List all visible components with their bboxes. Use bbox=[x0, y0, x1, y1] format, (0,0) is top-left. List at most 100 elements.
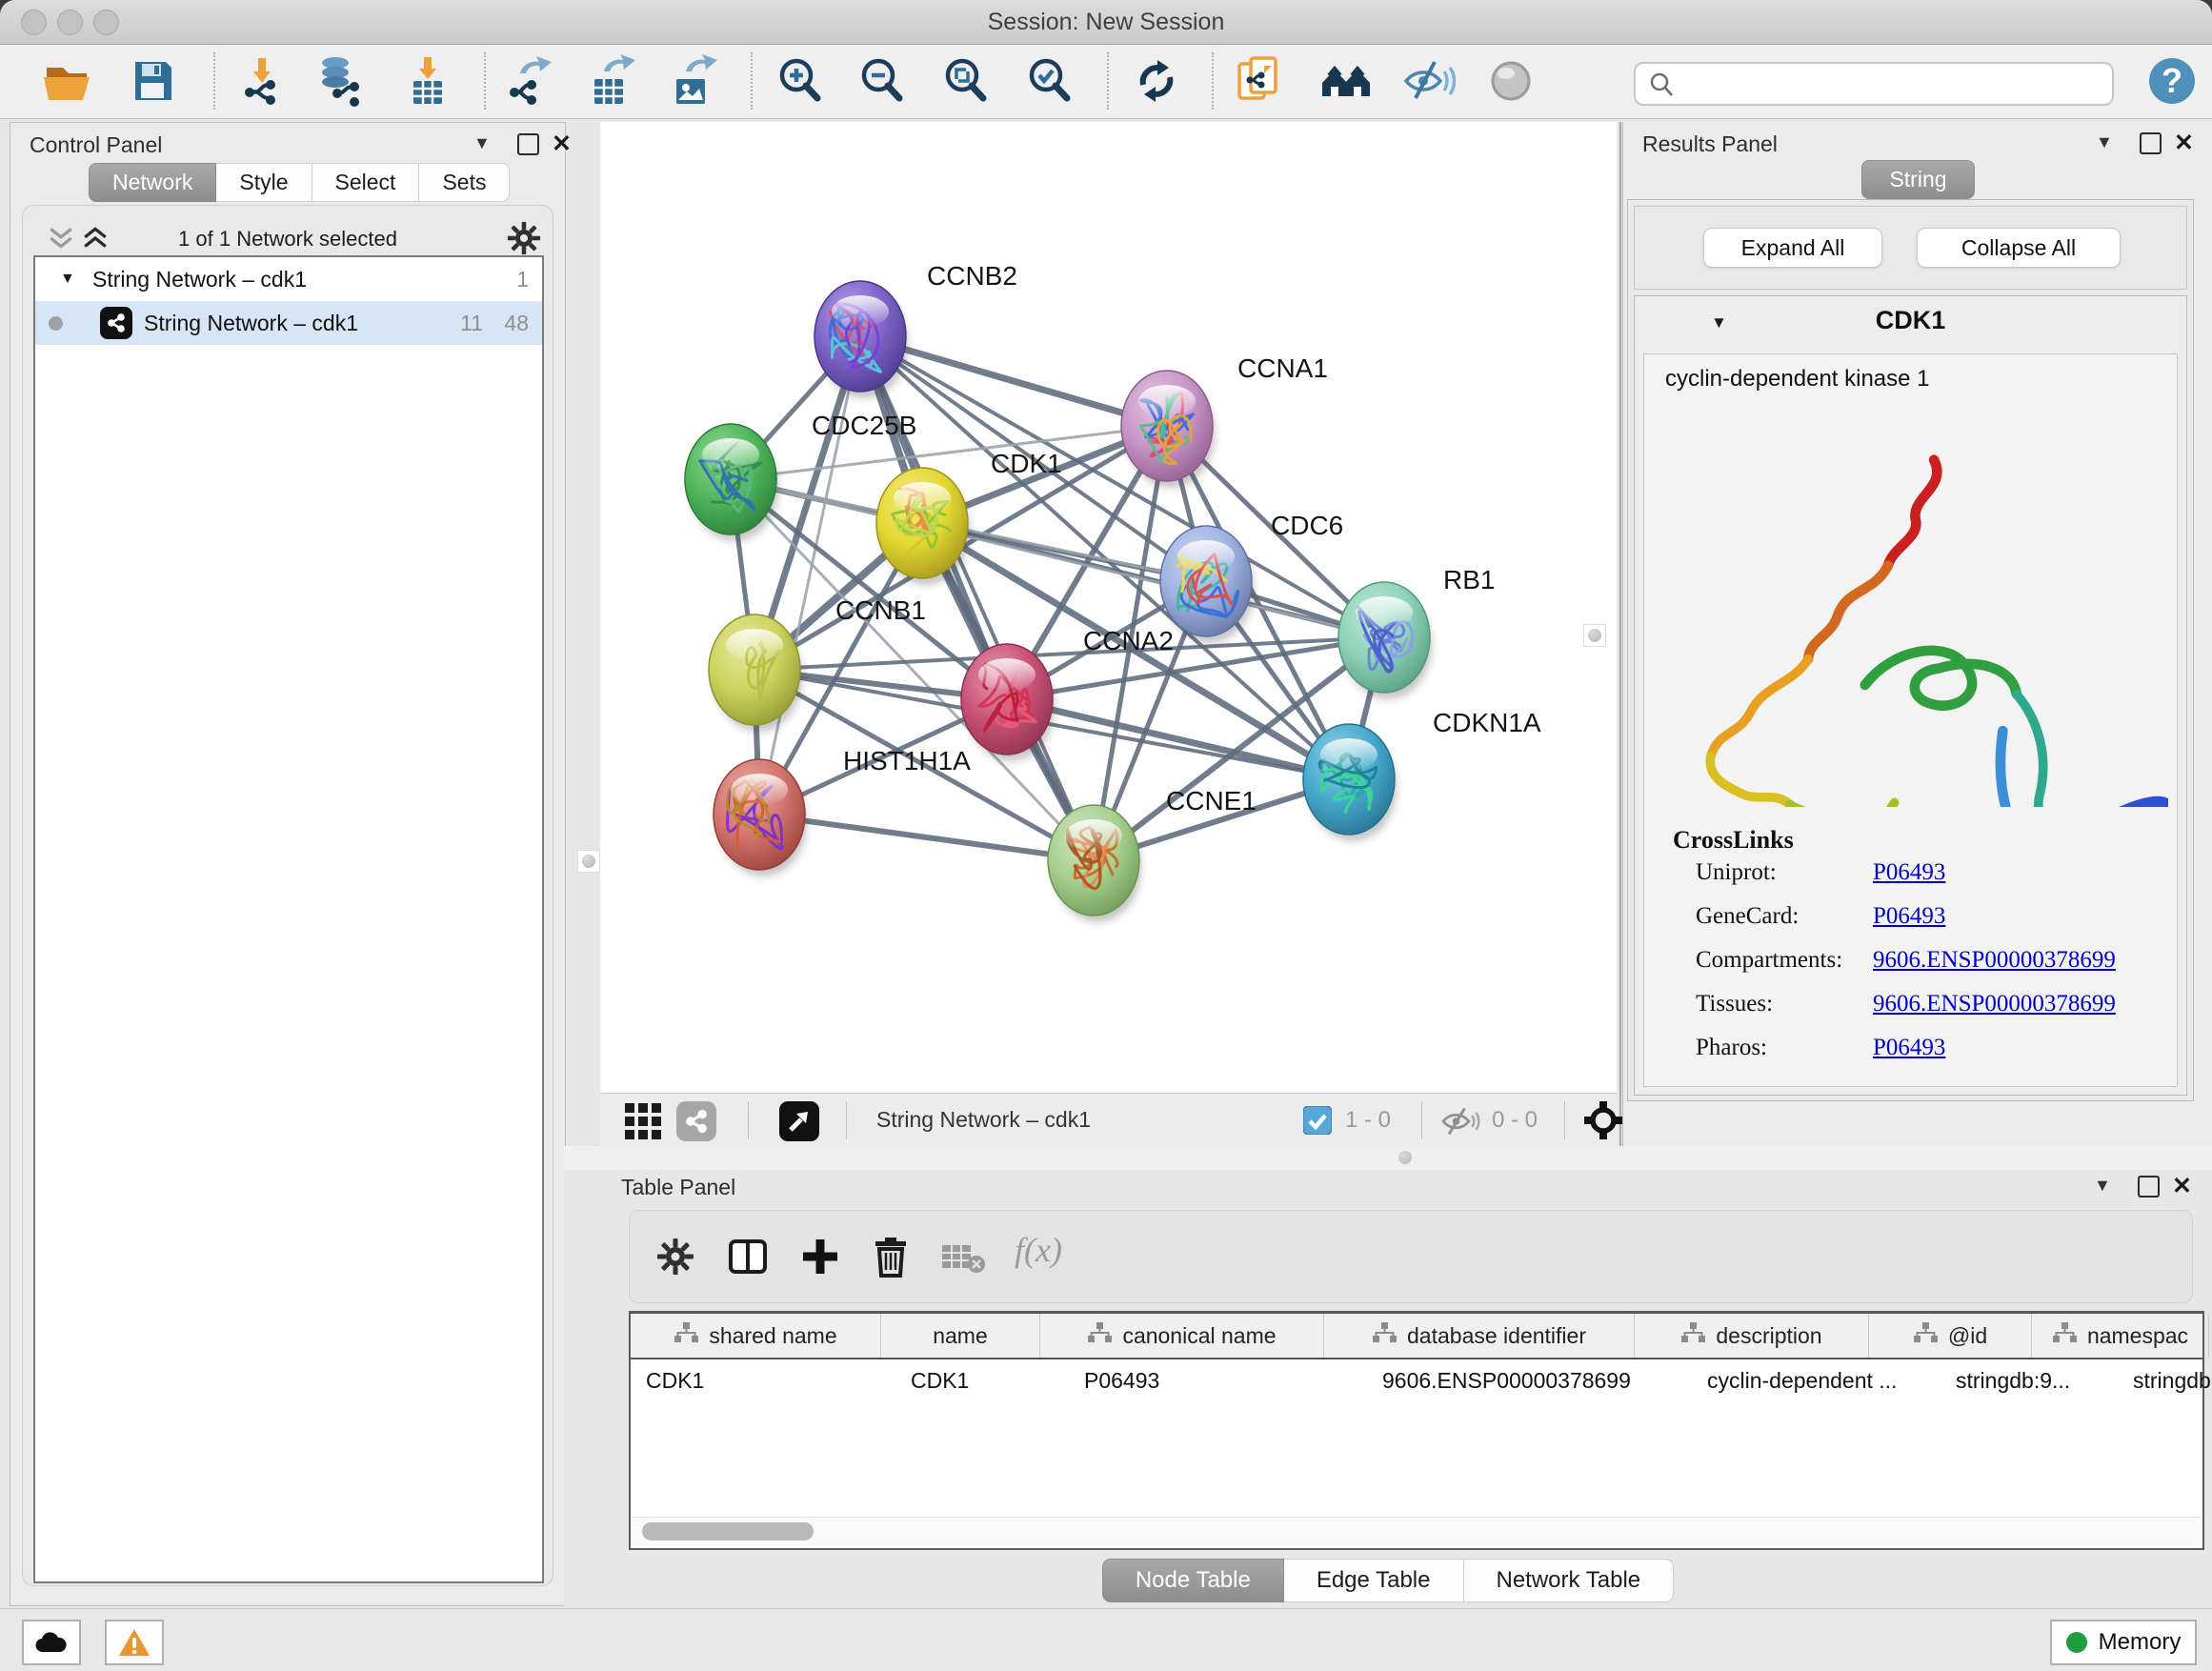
control-panel-menu-caret-icon[interactable]: ▼ bbox=[473, 133, 491, 153]
cloud-button[interactable] bbox=[22, 1620, 81, 1665]
tab-node-table[interactable]: Node Table bbox=[1102, 1559, 1284, 1602]
share-view-icon[interactable] bbox=[676, 1101, 716, 1141]
crosslink-row: Uniprot:P06493 bbox=[1644, 859, 2177, 903]
results-splitter[interactable] bbox=[1619, 122, 1621, 1146]
control-panel-close-icon[interactable]: ✕ bbox=[552, 130, 572, 158]
cell-name[interactable]: CDK1 bbox=[895, 1359, 1069, 1401]
tab-edge-table[interactable]: Edge Table bbox=[1284, 1559, 1464, 1602]
table-horizontal-scrollbar[interactable] bbox=[633, 1517, 2201, 1546]
export-image-icon[interactable] bbox=[665, 54, 718, 108]
crosslink-link[interactable]: P06493 bbox=[1873, 903, 1945, 930]
save-session-icon[interactable] bbox=[126, 54, 179, 108]
export-network-icon[interactable] bbox=[501, 54, 554, 108]
column-header-database-identifier[interactable]: database identifier bbox=[1324, 1314, 1635, 1358]
column-header-shared-name[interactable]: shared name bbox=[631, 1314, 881, 1358]
column-label: canonical name bbox=[1122, 1323, 1276, 1349]
memory-button[interactable]: Memory bbox=[2050, 1620, 2197, 1665]
crosslink-link[interactable]: P06493 bbox=[1873, 859, 1945, 886]
zoom-selected-icon[interactable] bbox=[1023, 54, 1076, 108]
import-table-icon[interactable] bbox=[400, 54, 453, 108]
collection-count: 1 bbox=[516, 257, 529, 301]
network-canvas[interactable]: CCNB2CCNA1CDC25BCDK1CDC6RB1CCNB1CCNA2CDK… bbox=[600, 122, 1617, 1093]
left-splitter-knob[interactable] bbox=[577, 850, 600, 873]
zoom-in-icon[interactable] bbox=[774, 54, 827, 108]
protein-structure-image bbox=[1654, 407, 2168, 807]
birdseye-view-icon[interactable] bbox=[779, 1101, 819, 1141]
tab-style[interactable]: Style bbox=[216, 163, 312, 202]
export-table-icon[interactable] bbox=[583, 54, 636, 108]
scrollbar-thumb[interactable] bbox=[642, 1522, 814, 1540]
cell-database-identifier[interactable]: 9606.ENSP00000378699 bbox=[1367, 1359, 1692, 1401]
delete-column-trash-icon[interactable] bbox=[870, 1234, 912, 1278]
collapse-all-button[interactable]: Collapse All bbox=[1917, 228, 2121, 268]
cell-description[interactable]: cyclin-dependent ... bbox=[1692, 1359, 1941, 1401]
tab-network[interactable]: Network bbox=[89, 163, 216, 202]
table-tabs: Node TableEdge TableNetwork Table bbox=[564, 1559, 2212, 1602]
crosslink-label: GeneCard: bbox=[1696, 903, 1799, 930]
tab-select[interactable]: Select bbox=[312, 163, 420, 202]
column-header-name[interactable]: name bbox=[881, 1314, 1040, 1358]
clone-network-icon[interactable] bbox=[1234, 54, 1287, 108]
preview-sphere-icon[interactable] bbox=[1484, 54, 1538, 108]
results-panel-menu-caret-icon[interactable]: ▼ bbox=[2096, 132, 2113, 152]
cell--id[interactable]: stringdb:9... bbox=[1941, 1359, 2118, 1401]
crosslinks-list: Uniprot:P06493GeneCard:P06493Compartment… bbox=[1644, 859, 2177, 1078]
expand-all-button[interactable]: Expand All bbox=[1703, 228, 1882, 268]
tree-collapse-caret-icon[interactable]: ▼ bbox=[60, 257, 75, 301]
home-icon[interactable] bbox=[1319, 54, 1373, 108]
search-input[interactable] bbox=[1685, 66, 2099, 100]
horizontal-splitter[interactable] bbox=[564, 1146, 2212, 1171]
crosslink-link[interactable]: 9606.ENSP00000378699 bbox=[1873, 947, 2116, 974]
tab-network-table[interactable]: Network Table bbox=[1464, 1559, 1675, 1602]
column-tree-icon bbox=[1913, 1321, 1939, 1350]
import-database-icon[interactable] bbox=[314, 54, 368, 108]
cell-shared-name[interactable]: CDK1 bbox=[631, 1359, 895, 1401]
table-panel-float-icon[interactable] bbox=[2138, 1176, 2160, 1198]
column-header-description[interactable]: description bbox=[1635, 1314, 1869, 1358]
app-window: Session: New Session ? Control Panel bbox=[0, 0, 2212, 1671]
results-tabs: String bbox=[1623, 160, 2212, 199]
table-settings-gear-icon[interactable] bbox=[656, 1238, 694, 1276]
column-header-canonical-name[interactable]: canonical name bbox=[1040, 1314, 1324, 1358]
warning-button[interactable] bbox=[105, 1620, 164, 1665]
results-panel-close-icon[interactable]: ✕ bbox=[2174, 129, 2194, 157]
column-tree-icon bbox=[1372, 1321, 1398, 1350]
grid-view-icon[interactable] bbox=[623, 1101, 663, 1141]
network-tree-root-row[interactable]: ▼ String Network – cdk1 1 bbox=[35, 257, 542, 301]
entry-gene-name: CDK1 bbox=[1635, 306, 2186, 335]
zoom-out-icon[interactable] bbox=[855, 54, 909, 108]
hide-eye-icon[interactable] bbox=[1402, 54, 1456, 108]
cell-canonical-name[interactable]: P06493 bbox=[1069, 1359, 1367, 1401]
refresh-icon[interactable] bbox=[1130, 54, 1183, 108]
crosslink-link[interactable]: P06493 bbox=[1873, 1035, 1945, 1061]
help-icon[interactable]: ? bbox=[2145, 54, 2199, 108]
tab-sets[interactable]: Sets bbox=[419, 163, 510, 202]
crosshair-icon[interactable] bbox=[1581, 1098, 1625, 1142]
crosslink-link[interactable]: 9606.ENSP00000378699 bbox=[1873, 991, 2116, 1017]
column-header--id[interactable]: @id bbox=[1869, 1314, 2032, 1358]
network-options-gear-icon[interactable] bbox=[507, 221, 541, 255]
horizontal-splitter-knob[interactable] bbox=[1395, 1147, 1416, 1168]
table-panel-close-icon[interactable]: ✕ bbox=[2172, 1172, 2192, 1200]
open-session-icon[interactable] bbox=[40, 54, 93, 108]
network-graph[interactable]: CCNB2CCNA1CDC25BCDK1CDC6RB1CCNB1CCNA2CDK… bbox=[600, 122, 1617, 1093]
network-tree-row[interactable]: String Network – cdk1 11 48 bbox=[35, 301, 542, 345]
control-panel-title: Control Panel bbox=[30, 132, 162, 158]
cell-namespac[interactable]: stringdb bbox=[2118, 1359, 2212, 1401]
table-panel-menu-caret-icon[interactable]: ▼ bbox=[2094, 1176, 2111, 1196]
memory-status-dot-icon bbox=[2066, 1632, 2087, 1653]
selected-checkbox-icon[interactable] bbox=[1303, 1106, 1332, 1135]
import-network-icon[interactable] bbox=[234, 54, 288, 108]
column-header-namespac[interactable]: namespac bbox=[2032, 1314, 2209, 1358]
add-column-icon[interactable] bbox=[799, 1236, 841, 1278]
results-panel-float-icon[interactable] bbox=[2140, 132, 2162, 154]
table-panel-title: Table Panel bbox=[621, 1175, 735, 1200]
tab-string[interactable]: String bbox=[1861, 160, 1974, 199]
table-row[interactable]: CDK1CDK1P064939606.ENSP00000378699cyclin… bbox=[631, 1359, 2202, 1401]
right-splitter-knob[interactable] bbox=[1583, 624, 1606, 647]
control-panel-float-icon[interactable] bbox=[517, 133, 539, 155]
toolbar-separator bbox=[1107, 52, 1109, 110]
zoom-fit-icon[interactable] bbox=[939, 54, 993, 108]
show-columns-icon[interactable] bbox=[727, 1236, 769, 1278]
svg-text:?: ? bbox=[2162, 61, 2182, 100]
